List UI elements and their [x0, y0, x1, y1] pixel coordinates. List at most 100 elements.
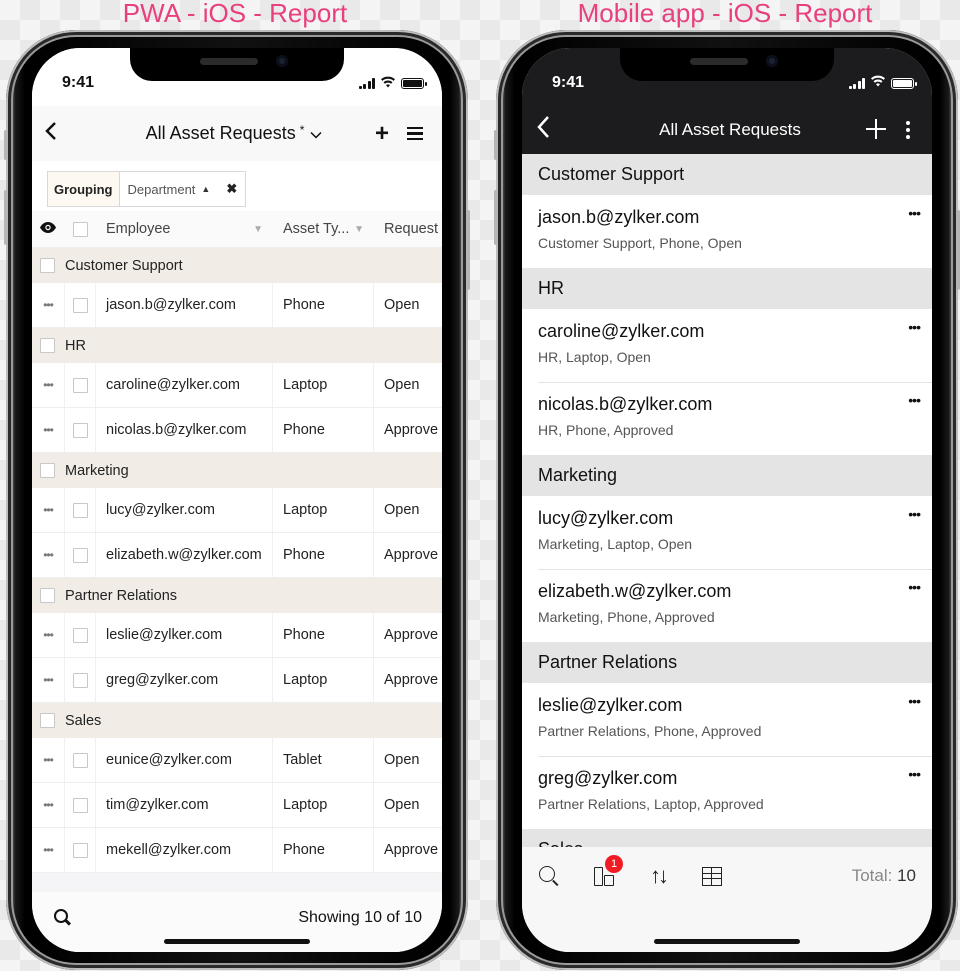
group-checkbox[interactable]	[40, 588, 55, 603]
cell-employee: greg@zylker.com	[96, 658, 273, 702]
table-row[interactable]: ••• elizabeth.w@zylker.com Phone Approve	[32, 533, 442, 578]
row-checkbox[interactable]	[72, 297, 88, 313]
search-icon[interactable]	[54, 909, 72, 927]
group-row[interactable]: Customer Support	[32, 248, 442, 283]
item-menu-icon[interactable]: •••	[908, 766, 921, 782]
cell-employee: nicolas.b@zylker.com	[96, 408, 273, 452]
row-menu-icon[interactable]: •••	[32, 843, 64, 857]
select-all-checkbox[interactable]	[72, 221, 88, 237]
add-record-button[interactable]: +	[364, 120, 400, 148]
cell-request: Open	[384, 502, 420, 518]
item-menu-icon[interactable]: •••	[908, 319, 921, 335]
item-menu-icon[interactable]: •••	[908, 579, 921, 595]
item-menu-icon[interactable]: •••	[908, 205, 921, 221]
row-menu-icon[interactable]: •••	[32, 298, 64, 312]
row-checkbox[interactable]	[72, 377, 88, 393]
sort-icon[interactable]: ▼	[354, 224, 364, 235]
row-checkbox[interactable]	[72, 422, 88, 438]
group-row[interactable]: HR	[32, 328, 442, 363]
row-checkbox[interactable]	[72, 547, 88, 563]
row-checkbox[interactable]	[72, 502, 88, 518]
cell-employee: leslie@zylker.com	[96, 613, 273, 657]
grouping-icon[interactable]: 1	[592, 855, 623, 888]
row-menu-icon[interactable]: •••	[32, 753, 64, 767]
column-visibility-button[interactable]	[32, 222, 64, 236]
search-icon[interactable]	[538, 864, 562, 888]
row-checkbox[interactable]	[72, 797, 88, 813]
row-checkbox[interactable]	[72, 627, 88, 643]
grouping-field[interactable]: Department ▲ ✖	[119, 172, 246, 206]
list-item[interactable]: lucy@zylker.com Marketing, Laptop, Open …	[522, 496, 932, 569]
list-item[interactable]: nicolas.b@zylker.com HR, Phone, Approved…	[522, 382, 932, 455]
sort-icon[interactable]: ▼	[253, 224, 263, 235]
row-menu-icon[interactable]: •••	[32, 673, 64, 687]
table-row[interactable]: ••• leslie@zylker.com Phone Approve	[32, 613, 442, 658]
group-checkbox[interactable]	[40, 713, 55, 728]
cell-request: Approve	[384, 672, 439, 688]
list-item[interactable]: jason.b@zylker.com Customer Support, Pho…	[522, 195, 932, 268]
view-selector[interactable]: All Asset Requests *	[104, 123, 364, 144]
home-indicator[interactable]	[654, 939, 800, 944]
table-row[interactable]: ••• mekell@zylker.com Phone Approve	[32, 828, 442, 873]
group-name: Marketing	[65, 462, 129, 479]
group-row[interactable]: Marketing	[32, 453, 442, 488]
table-row[interactable]: ••• tim@zylker.com Laptop Open	[32, 783, 442, 828]
battery-icon	[401, 77, 427, 89]
pwa-screen: 9:41 All Asset Requests * + Grouping Dep…	[32, 48, 442, 952]
list-item[interactable]: greg@zylker.com Partner Relations, Lapto…	[522, 756, 932, 829]
page-title: All Asset Requests	[145, 123, 296, 143]
home-indicator[interactable]	[164, 939, 310, 944]
group-checkbox[interactable]	[40, 258, 55, 273]
chevron-down-icon	[310, 126, 322, 142]
row-menu-icon[interactable]: •••	[32, 628, 64, 642]
cell-asset-type: Phone	[273, 283, 374, 327]
table-view-icon[interactable]	[702, 866, 722, 886]
column-header-employee[interactable]: Employee ▼	[96, 211, 273, 247]
remove-grouping-icon[interactable]: ✖	[226, 181, 237, 197]
cell-asset-type: Laptop	[273, 363, 374, 407]
column-header-request[interactable]: Request	[374, 211, 442, 247]
item-menu-icon[interactable]: •••	[908, 392, 921, 408]
row-checkbox[interactable]	[72, 672, 88, 688]
item-menu-icon[interactable]: •••	[908, 506, 921, 522]
row-menu-icon[interactable]: •••	[32, 378, 64, 392]
table-row[interactable]: ••• nicolas.b@zylker.com Phone Approve	[32, 408, 442, 453]
row-menu-icon[interactable]: •••	[32, 548, 64, 562]
back-button[interactable]	[44, 120, 74, 148]
list-item[interactable]: caroline@zylker.com HR, Laptop, Open •••	[522, 309, 932, 382]
row-menu-icon[interactable]: •••	[32, 423, 64, 437]
row-checkbox[interactable]	[72, 752, 88, 768]
cell-employee: eunice@zylker.com	[96, 738, 273, 782]
item-menu-icon[interactable]: •••	[908, 693, 921, 709]
group-row[interactable]: Sales	[32, 703, 442, 738]
item-subtitle: HR, Phone, Approved	[538, 422, 674, 438]
column-header-asset-type[interactable]: Asset Ty... ▼	[273, 211, 374, 247]
table-row[interactable]: ••• greg@zylker.com Laptop Approve	[32, 658, 442, 703]
menu-button[interactable]	[400, 126, 430, 141]
sort-icon[interactable]: ↑↓	[646, 864, 670, 888]
group-name: Customer Support	[65, 257, 183, 274]
table-row[interactable]: ••• eunice@zylker.com Tablet Open	[32, 738, 442, 783]
table-row[interactable]: ••• jason.b@zylker.com Phone Open	[32, 283, 442, 328]
row-menu-icon[interactable]: •••	[32, 798, 64, 812]
cell-employee: elizabeth.w@zylker.com	[96, 533, 273, 577]
list-item[interactable]: elizabeth.w@zylker.com Marketing, Phone,…	[522, 569, 932, 642]
table-row[interactable]: ••• lucy@zylker.com Laptop Open	[32, 488, 442, 533]
add-record-button[interactable]	[854, 114, 898, 146]
group-row[interactable]: Partner Relations	[32, 578, 442, 613]
item-email: nicolas.b@zylker.com	[538, 394, 713, 414]
record-list: Customer Support jason.b@zylker.com Custo…	[522, 154, 932, 952]
more-options-button[interactable]	[898, 121, 918, 139]
back-button[interactable]	[536, 115, 566, 146]
item-email: leslie@zylker.com	[538, 695, 683, 715]
sort-asc-icon[interactable]: ▲	[201, 184, 210, 194]
group-checkbox[interactable]	[40, 463, 55, 478]
row-menu-icon[interactable]: •••	[32, 503, 64, 517]
group-header: Partner Relations	[522, 642, 932, 683]
pwa-header: All Asset Requests * +	[32, 106, 442, 161]
row-checkbox[interactable]	[72, 842, 88, 858]
table-row[interactable]: ••• caroline@zylker.com Laptop Open	[32, 363, 442, 408]
list-item[interactable]: leslie@zylker.com Partner Relations, Pho…	[522, 683, 932, 756]
table-body: Customer Support ••• jason.b@zylker.com P…	[32, 248, 442, 873]
group-checkbox[interactable]	[40, 338, 55, 353]
